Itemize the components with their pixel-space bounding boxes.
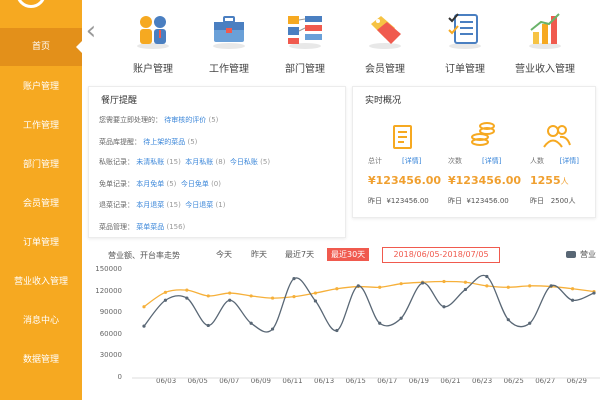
- sidebar-item-home[interactable]: 首页: [0, 28, 82, 66]
- data-point: [485, 274, 489, 279]
- sidebar-item-members[interactable]: 会员管理: [0, 185, 82, 223]
- data-point: [313, 291, 318, 295]
- data-point: [313, 299, 318, 303]
- data-point: [528, 284, 532, 288]
- data-point: [442, 305, 446, 309]
- data-point: [185, 288, 189, 292]
- data-point: [292, 277, 296, 281]
- data-point: [185, 296, 189, 300]
- logo: [16, 0, 46, 8]
- data-point: [528, 321, 532, 325]
- data-point: [335, 287, 339, 291]
- data-point: [270, 327, 275, 331]
- line-chart: [132, 274, 600, 379]
- data-point: [163, 290, 168, 294]
- data-point: [506, 318, 510, 322]
- data-point: [506, 285, 510, 289]
- sidebar-item-work[interactable]: 工作管理: [0, 107, 82, 145]
- data-point: [270, 296, 275, 300]
- sidebar-item-departments[interactable]: 部门管理: [0, 146, 82, 184]
- data-point: [570, 287, 575, 291]
- series-line: [143, 274, 595, 333]
- sidebar-item-data[interactable]: 数据管理: [0, 341, 82, 379]
- data-point: [228, 298, 232, 302]
- data-point: [399, 316, 403, 320]
- data-point: [228, 291, 232, 295]
- data-point: [249, 321, 253, 325]
- sidebar-item-messages[interactable]: 消息中心: [0, 302, 82, 340]
- data-point: [206, 294, 210, 298]
- data-point: [570, 298, 575, 302]
- data-point: [592, 291, 596, 295]
- data-point: [463, 280, 468, 284]
- data-point: [549, 284, 553, 288]
- data-point: [420, 281, 425, 285]
- data-point: [485, 284, 489, 288]
- sidebar-item-revenue[interactable]: 营业收入管理: [0, 263, 82, 301]
- data-point: [292, 295, 296, 299]
- data-point: [335, 328, 339, 333]
- data-point: [163, 298, 168, 302]
- data-point: [249, 294, 253, 298]
- sidebar: 首页 账户管理 工作管理 部门管理 会员管理 订单管理 营业收入管理 消息中心 …: [0, 0, 82, 400]
- data-point: [399, 282, 403, 286]
- main-area: ‹ 账户管理 工作管理 部门管理 会员管理 订单管理 营业收入管理 餐厅提醒 您…: [82, 0, 600, 400]
- data-point: [378, 285, 382, 289]
- data-point: [142, 324, 146, 328]
- data-point: [463, 287, 468, 292]
- data-point: [378, 321, 382, 325]
- sidebar-item-accounts[interactable]: 账户管理: [0, 68, 82, 106]
- sidebar-item-orders[interactable]: 订单管理: [0, 224, 82, 262]
- data-point: [356, 284, 360, 288]
- data-point: [442, 279, 446, 284]
- data-point: [142, 305, 146, 309]
- data-point: [206, 323, 210, 328]
